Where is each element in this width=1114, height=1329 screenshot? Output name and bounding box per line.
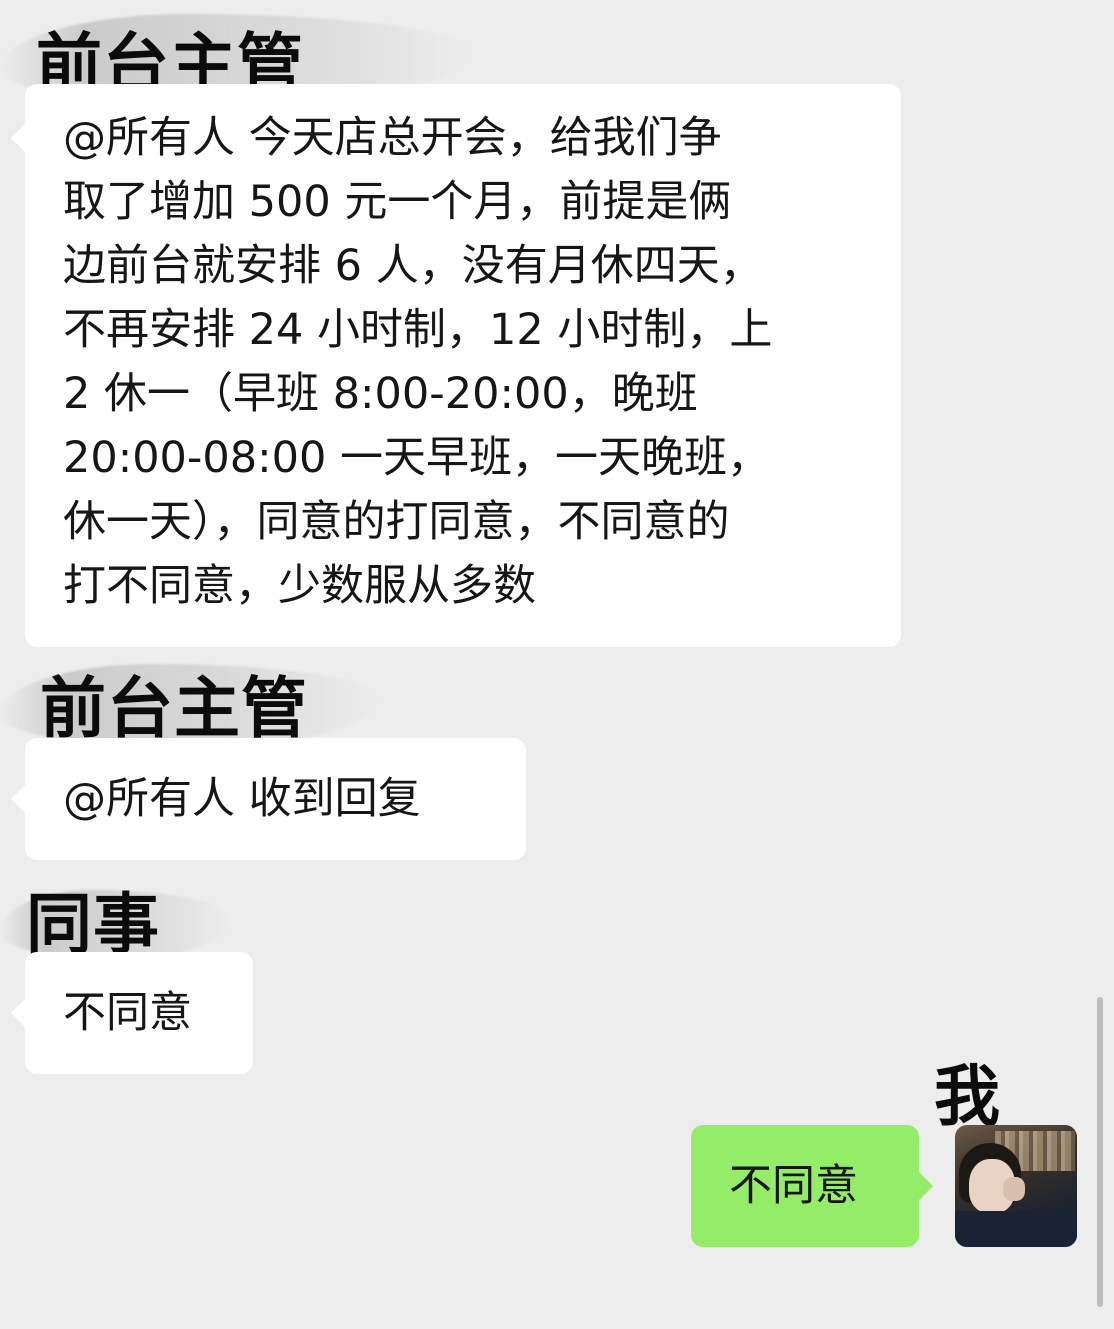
- message-line: 2 休一（早班 8:00-20:00，晚班: [63, 369, 698, 419]
- message-line: @所有人 今天店总开会，给我们争: [63, 113, 722, 163]
- message-line: 不再安排 24 小时制，12 小时制，上: [63, 305, 773, 355]
- message-bubble[interactable]: @所有人 收到回复: [11, 738, 526, 860]
- message-bubble[interactable]: 不同意: [691, 1125, 933, 1247]
- sender-name: 同事: [26, 886, 160, 963]
- user-avatar[interactable]: [955, 1125, 1077, 1247]
- sender-name: 前台主管: [40, 670, 308, 747]
- scrollbar[interactable]: [1097, 997, 1103, 1307]
- message-line: 20:00-08:00 一天早班，一天晚班，: [63, 433, 771, 483]
- message-line: 休一天），同意的打同意，不同意的: [63, 497, 730, 547]
- bubble-tail: [11, 999, 25, 1027]
- bubble-tail: [11, 785, 25, 813]
- message-line: 边前台就安排 6 人，没有月休四天，: [63, 241, 763, 291]
- avatar-body: [955, 1211, 1077, 1247]
- sender-name: 我: [934, 1058, 1001, 1135]
- message-bubble[interactable]: @所有人 今天店总开会，给我们争 取了增加 500 元一个月，前提是俩 边前台就…: [11, 84, 901, 647]
- message-line: 不同意: [729, 1161, 858, 1211]
- bubble-tail: [11, 124, 25, 152]
- message-line: 打不同意，少数服从多数: [63, 561, 536, 611]
- bubble-tail: [919, 1172, 933, 1200]
- message-line: 不同意: [63, 988, 192, 1038]
- message-bubble[interactable]: 不同意: [11, 952, 253, 1074]
- message-line: @所有人 收到回复: [63, 774, 421, 824]
- message-line: 取了增加 500 元一个月，前提是俩: [63, 177, 732, 227]
- avatar-hand: [1003, 1177, 1025, 1201]
